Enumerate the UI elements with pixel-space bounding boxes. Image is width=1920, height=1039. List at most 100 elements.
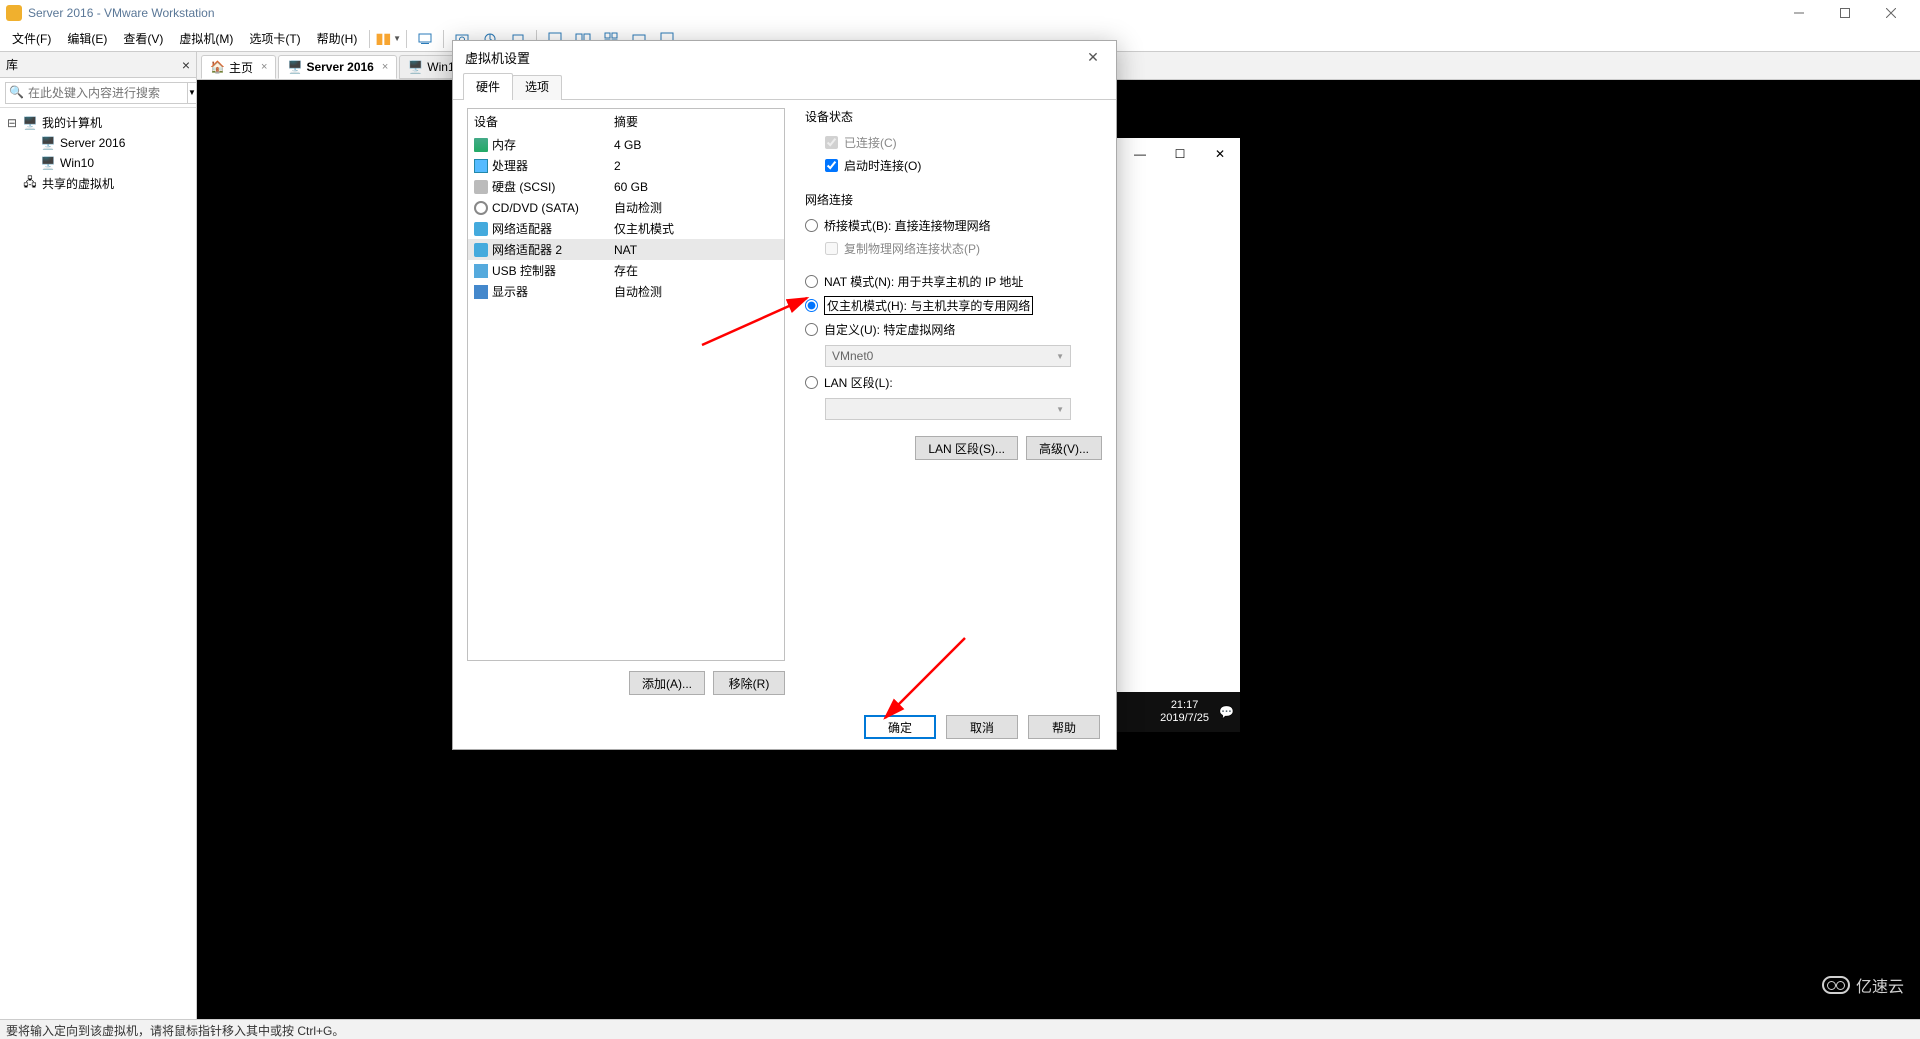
- device-summary: 60 GB: [614, 180, 648, 194]
- minimize-button[interactable]: [1776, 0, 1822, 26]
- guest-minimize-button[interactable]: —: [1120, 140, 1160, 168]
- vm-icon: 🖥️: [287, 60, 301, 74]
- chk-replicate: [825, 242, 838, 255]
- device-summary: 2: [614, 159, 621, 173]
- device-icon: [474, 180, 488, 194]
- vm-icon: 🖥️: [40, 135, 56, 151]
- tree-label: 共享的虚拟机: [42, 175, 114, 192]
- device-summary: NAT: [614, 243, 637, 257]
- combo-lan-segment: ▼: [825, 398, 1071, 420]
- help-button[interactable]: 帮助: [1028, 715, 1100, 739]
- guest-close-button[interactable]: ✕: [1200, 140, 1240, 168]
- ok-button[interactable]: 确定: [864, 715, 936, 739]
- guest-window-body: [1116, 170, 1240, 692]
- radio-custom[interactable]: [805, 323, 818, 336]
- chk-connected: [825, 136, 838, 149]
- device-name: 内存: [492, 136, 516, 153]
- device-name: 硬盘 (SCSI): [492, 178, 555, 195]
- computer-icon: 🖥️: [22, 115, 38, 131]
- tree-label: Server 2016: [60, 136, 125, 150]
- menu-help[interactable]: 帮助(H): [309, 26, 366, 51]
- group-network-connection: 网络连接: [805, 191, 1102, 208]
- device-row[interactable]: USB 控制器存在: [468, 260, 784, 281]
- statusbar-text: 要将输入定向到该虚拟机，请将鼠标指针移入其中或按 Ctrl+G。: [6, 1024, 344, 1038]
- guest-taskbar: 21:17 2019/7/25 💬: [1116, 692, 1240, 732]
- radio-bridged-label: 桥接模式(B): 直接连接物理网络: [824, 217, 991, 234]
- group-device-state: 设备状态: [805, 108, 1102, 125]
- notification-icon[interactable]: 💬: [1219, 705, 1234, 719]
- radio-nat-label: NAT 模式(N): 用于共享主机的 IP 地址: [824, 273, 1023, 290]
- tree-vm-win10[interactable]: 🖥️ Win10: [0, 153, 196, 173]
- device-row[interactable]: 显示器自动检测: [468, 281, 784, 302]
- statusbar: 要将输入定向到该虚拟机，请将鼠标指针移入其中或按 Ctrl+G。: [0, 1019, 1920, 1039]
- tab-home[interactable]: 🏠 主页 ×: [201, 55, 276, 79]
- device-row[interactable]: 处理器 2: [468, 155, 784, 176]
- device-name: 网络适配器: [492, 220, 552, 237]
- tab-server2016[interactable]: 🖥️ Server 2016 ×: [278, 55, 397, 79]
- radio-host-only-label: 仅主机模式(H): 与主机共享的专用网络: [824, 296, 1033, 315]
- pause-button[interactable]: ▮▮ ▼: [375, 27, 401, 51]
- guest-titlebar: — ☐ ✕: [1116, 138, 1240, 170]
- tab-close-icon[interactable]: ×: [261, 61, 267, 73]
- send-ctrl-alt-del-button[interactable]: [412, 27, 438, 51]
- titlebar: Server 2016 - VMware Workstation: [0, 0, 1920, 26]
- menu-tabs[interactable]: 选项卡(T): [241, 26, 308, 51]
- menu-view[interactable]: 查看(V): [115, 26, 171, 51]
- search-icon: 🔍: [9, 85, 24, 99]
- menu-edit[interactable]: 编辑(E): [59, 26, 115, 51]
- radio-nat[interactable]: [805, 275, 818, 288]
- maximize-button[interactable]: [1822, 0, 1868, 26]
- dialog-close-button[interactable]: ✕: [1078, 44, 1108, 70]
- device-list[interactable]: 设备 摘要 内存4 GB处理器2硬盘 (SCSI)60 GBCD/DVD (SA…: [467, 108, 785, 661]
- watermark: 亿速云: [1822, 973, 1904, 997]
- remove-device-button[interactable]: 移除(R): [713, 671, 785, 695]
- tree-label: Win10: [60, 156, 94, 170]
- radio-lan-segment-label: LAN 区段(L):: [824, 374, 893, 391]
- cancel-button[interactable]: 取消: [946, 715, 1018, 739]
- search-dropdown-button[interactable]: ▼: [188, 82, 197, 104]
- device-name: 处理器: [492, 157, 528, 174]
- device-name: 网络适配器 2: [492, 241, 562, 258]
- radio-custom-label: 自定义(U): 特定虚拟网络: [824, 321, 955, 338]
- library-close-icon[interactable]: ×: [182, 57, 190, 73]
- device-name: 显示器: [492, 283, 528, 300]
- radio-lan-segment[interactable]: [805, 376, 818, 389]
- device-icon: [474, 138, 488, 152]
- tab-hardware[interactable]: 硬件: [463, 73, 513, 100]
- menu-file[interactable]: 文件(F): [4, 26, 59, 51]
- device-row[interactable]: 网络适配器 2 NAT: [468, 239, 784, 260]
- device-icon: [474, 243, 488, 257]
- device-row[interactable]: 内存 4 GB: [468, 134, 784, 155]
- dialog-title: 虚拟机设置: [465, 48, 530, 67]
- device-summary: 4 GB: [614, 138, 641, 152]
- close-button[interactable]: [1868, 0, 1914, 26]
- window-title: Server 2016 - VMware Workstation: [28, 6, 215, 20]
- guest-clock: 21:17 2019/7/25: [1160, 699, 1209, 725]
- device-row[interactable]: 硬盘 (SCSI) 60 GB: [468, 176, 784, 197]
- vm-icon: 🖥️: [40, 155, 56, 171]
- tab-close-icon[interactable]: ×: [382, 61, 388, 73]
- chk-connect-on-power[interactable]: [825, 159, 838, 172]
- device-summary: 仅主机模式: [614, 220, 674, 237]
- device-icon: [474, 285, 488, 299]
- radio-host-only[interactable]: [805, 299, 818, 312]
- device-summary: 自动检测: [614, 199, 662, 216]
- radio-bridged[interactable]: [805, 219, 818, 232]
- device-icon: [474, 201, 488, 215]
- tree-shared-vms[interactable]: 🖧 共享的虚拟机: [0, 173, 196, 194]
- menu-vm[interactable]: 虚拟机(M): [171, 26, 241, 51]
- tree-my-computer[interactable]: ⊟ 🖥️ 我的计算机: [0, 112, 196, 133]
- library-search-input[interactable]: [5, 82, 188, 104]
- lan-segments-button[interactable]: LAN 区段(S)...: [915, 436, 1018, 460]
- add-device-button[interactable]: 添加(A)...: [629, 671, 705, 695]
- device-name: USB 控制器: [492, 262, 556, 279]
- device-icon: [474, 222, 488, 236]
- advanced-button[interactable]: 高级(V)...: [1026, 436, 1102, 460]
- chk-replicate-label: 复制物理网络连接状态(P): [844, 240, 980, 257]
- device-row[interactable]: CD/DVD (SATA)自动检测: [468, 197, 784, 218]
- device-row[interactable]: 网络适配器 仅主机模式: [468, 218, 784, 239]
- tab-options[interactable]: 选项: [512, 75, 562, 100]
- tree-vm-server2016[interactable]: 🖥️ Server 2016: [0, 133, 196, 153]
- shared-icon: 🖧: [22, 176, 38, 192]
- guest-maximize-button[interactable]: ☐: [1160, 140, 1200, 168]
